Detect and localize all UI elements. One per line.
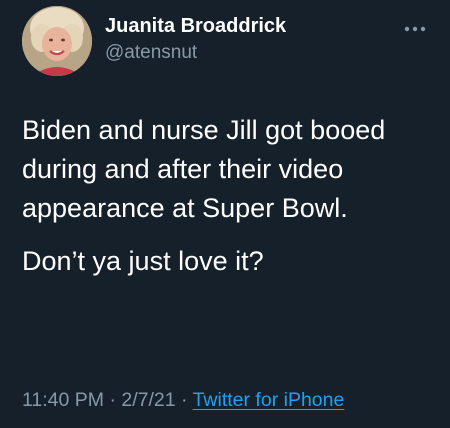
tweet-meta: 11:40 PM · 2/7/21 · Twitter for iPhone (22, 388, 344, 412)
more-horizontal-icon (404, 26, 426, 32)
author-handle[interactable]: @atensnut (105, 41, 286, 65)
tweet-text: Biden and nurse Jill got booed during an… (22, 111, 432, 281)
tweet-source-link[interactable]: Twitter for iPhone (193, 389, 345, 411)
tweet-date[interactable]: 2/7/21 (121, 389, 175, 411)
author-block: Juanita Broaddrick @atensnut (105, 14, 286, 65)
avatar-photo (22, 6, 92, 76)
tweet-paragraph: Biden and nurse Jill got booed during an… (22, 115, 386, 223)
meta-separator: · (109, 389, 116, 411)
author-display-name[interactable]: Juanita Broaddrick (105, 14, 286, 38)
avatar[interactable] (22, 6, 92, 76)
tweet-paragraph: Don’t ya just love it? (22, 246, 264, 276)
tweet-time[interactable]: 11:40 PM (22, 389, 104, 411)
more-options-button[interactable] (402, 22, 428, 36)
meta-separator: · (181, 389, 188, 411)
tweet-card: Juanita Broaddrick @atensnut Biden and n… (0, 0, 450, 428)
